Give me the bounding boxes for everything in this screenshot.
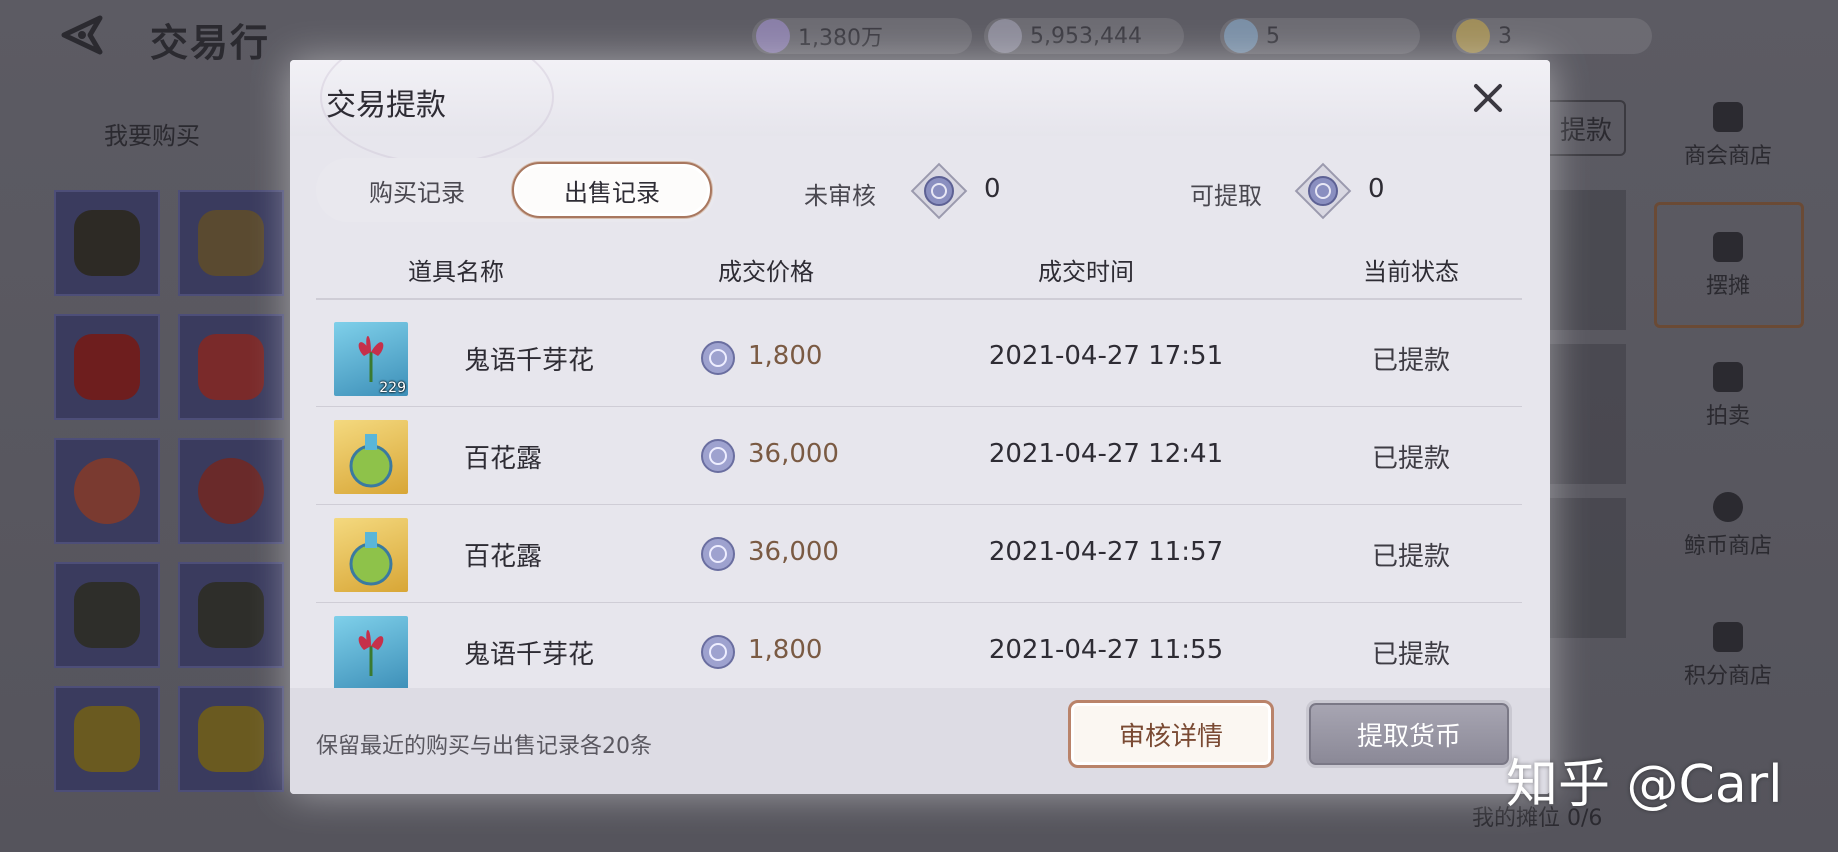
item-slot[interactable] <box>54 438 160 544</box>
side-menu-item-points-shop[interactable]: 积分商店 <box>1660 622 1796 690</box>
currency-rainbow: 5 <box>1220 18 1420 54</box>
review-details-button[interactable]: 审核详情 <box>1068 700 1274 768</box>
status-text: 已提款 <box>1371 542 1450 572</box>
table-row: 鬼语千芽花 1,800 2021-04-27 11:55 已提款 <box>316 604 1522 701</box>
currency-gold: 3 <box>1452 18 1652 54</box>
silver-coin-icon <box>910 162 968 220</box>
withdraw-modal: 交易提款 购买记录 出售记录 未审核 0 可提取 0 道具名称 成交价格 成交时… <box>290 60 1550 794</box>
modal-footer: 保留最近的购买与出售记录各20条 审核详情 提取货币 <box>290 688 1550 794</box>
watermark: 知乎 @Carl <box>1506 755 1783 815</box>
silver-coin-icon <box>701 635 735 669</box>
item-slot[interactable] <box>178 314 284 420</box>
column-price: 成交价格 <box>718 258 814 286</box>
silver-coin-icon <box>701 341 735 375</box>
price-value: 36,000 <box>748 537 839 567</box>
item-slot[interactable] <box>54 190 160 296</box>
item-name: 百花露 <box>464 542 543 572</box>
status-text: 已提款 <box>1371 444 1450 474</box>
currency-silver: 5,953,444 <box>984 18 1184 54</box>
back-arrow-icon[interactable] <box>60 14 116 56</box>
modal-title: 交易提款 <box>326 88 446 123</box>
status-text: 已提款 <box>1371 640 1450 670</box>
side-menu-label: 鲸币商店 <box>1683 534 1772 559</box>
item-slot[interactable] <box>178 438 284 544</box>
item-count: 229 <box>379 380 406 396</box>
gold-ticket-icon <box>1456 19 1490 53</box>
side-menu-item-stall[interactable]: 摆摊 <box>1660 232 1796 300</box>
table-row: 百花露 36,000 2021-04-27 12:41 已提款 <box>316 408 1522 505</box>
available-value: 0 <box>1368 174 1385 204</box>
currency-value: 5,953,444 <box>1030 23 1142 49</box>
auction-hammer-icon <box>1713 362 1743 392</box>
merchant-guild-icon <box>1713 102 1743 132</box>
item-slot[interactable] <box>54 314 160 420</box>
currency-value: 1,380万 <box>798 26 883 51</box>
side-menu-label: 商会商店 <box>1683 144 1772 169</box>
item-name: 百花露 <box>464 444 543 474</box>
silver-coin-icon <box>1294 162 1352 220</box>
item-slot[interactable] <box>54 562 160 668</box>
table-row: 百花露 36,000 2021-04-27 11:57 已提款 <box>316 506 1522 603</box>
withdraw-currency-button[interactable]: 提取货币 <box>1306 700 1512 768</box>
flower-icon <box>334 616 408 690</box>
side-menu-label: 拍卖 <box>1705 404 1750 429</box>
diamond-gem-icon <box>756 19 790 53</box>
side-menu-label: 积分商店 <box>1683 664 1772 689</box>
item-slot[interactable] <box>178 190 284 296</box>
pending-value: 0 <box>984 174 1001 204</box>
pending-label: 未审核 <box>804 182 876 210</box>
status-text: 已提款 <box>1371 346 1450 376</box>
record-toolbar: 购买记录 出售记录 未审核 0 可提取 0 <box>316 158 1530 224</box>
tab-buy[interactable]: 我要购买 <box>104 116 200 151</box>
item-name: 鬼语千芽花 <box>464 346 595 376</box>
record-list[interactable]: 229 鬼语千芽花 1,800 2021-04-27 17:51 已提款 百花露… <box>316 310 1522 714</box>
page-title: 交易行 <box>150 21 271 65</box>
record-tabs: 购买记录 出售记录 <box>316 158 716 222</box>
currency-value: 5 <box>1266 23 1280 49</box>
price-value: 36,000 <box>748 439 839 469</box>
record-retention-note: 保留最近的购买与出售记录各20条 <box>316 734 652 759</box>
potion-icon <box>334 420 408 494</box>
currency-diamond: 1,380万 <box>752 18 972 54</box>
whale-coin-icon <box>1713 492 1743 522</box>
listing-column <box>1540 190 1626 650</box>
modal-header: 交易提款 <box>290 60 1550 164</box>
points-shop-icon <box>1713 622 1743 652</box>
side-menu-item-auction[interactable]: 拍卖 <box>1660 362 1796 430</box>
item-slot[interactable] <box>54 686 160 792</box>
tab-sale-records[interactable]: 出售记录 <box>512 162 712 218</box>
deal-time: 2021-04-27 12:41 <box>988 439 1224 469</box>
side-menu-label: 摆摊 <box>1705 274 1750 299</box>
table-row: 229 鬼语千芽花 1,800 2021-04-27 17:51 已提款 <box>316 310 1522 407</box>
side-menu-item-merchant-shop[interactable]: 商会商店 <box>1660 102 1796 170</box>
deal-time: 2021-04-27 17:51 <box>988 341 1224 371</box>
potion-icon <box>334 518 408 592</box>
item-name: 鬼语千芽花 <box>464 640 595 670</box>
deal-time: 2021-04-27 11:57 <box>988 537 1224 567</box>
column-time: 成交时间 <box>1038 258 1134 286</box>
column-item-name: 道具名称 <box>408 258 504 286</box>
table-header: 道具名称 成交价格 成交时间 当前状态 <box>316 244 1522 300</box>
tab-purchase-records[interactable]: 购买记录 <box>322 162 512 218</box>
close-icon[interactable] <box>1470 80 1506 116</box>
available-label: 可提取 <box>1190 182 1262 210</box>
item-slot[interactable] <box>178 562 284 668</box>
currency-value: 3 <box>1498 23 1512 49</box>
silver-coin-icon <box>701 439 735 473</box>
price-value: 1,800 <box>748 635 823 665</box>
silver-coin-icon <box>701 537 735 571</box>
stall-icon <box>1713 232 1743 262</box>
deal-time: 2021-04-27 11:55 <box>988 635 1224 665</box>
rainbow-gem-icon <box>1224 19 1258 53</box>
column-status: 当前状态 <box>1363 258 1459 286</box>
flower-icon: 229 <box>334 322 408 396</box>
side-menu-item-whale-shop[interactable]: 鲸币商店 <box>1660 492 1796 560</box>
silver-coin-icon <box>988 19 1022 53</box>
item-slot[interactable] <box>178 686 284 792</box>
price-value: 1,800 <box>748 341 823 371</box>
